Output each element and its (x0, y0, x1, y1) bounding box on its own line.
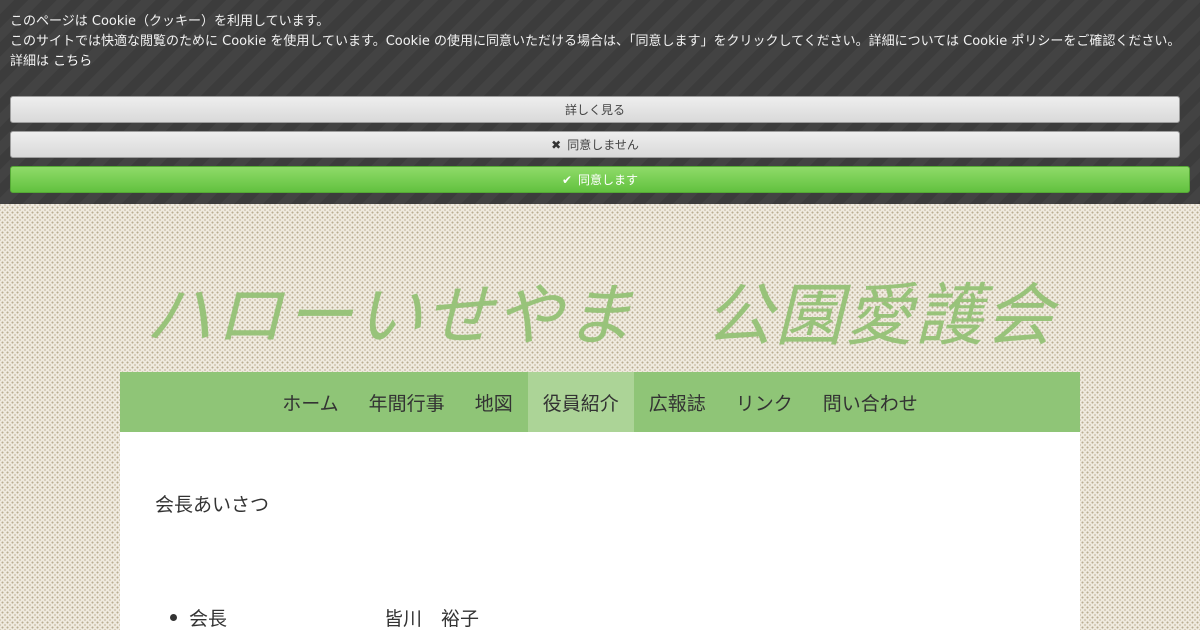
nav-item[interactable]: 問い合わせ (808, 372, 933, 432)
bullet-icon (170, 613, 177, 621)
officer-role: 会長 (189, 607, 228, 630)
nav-item[interactable]: 広報誌 (634, 372, 721, 432)
cookie-details-prefix: 詳細は (10, 54, 50, 69)
cookie-details-button-label: 詳しく見る (564, 103, 625, 117)
cookie-decline-button-label: 同意しません (567, 138, 639, 152)
officer-list: 会長 皆川 裕子 (170, 604, 479, 630)
nav-list: ホーム 年間行事 地図 役員紹介 広報誌 リンク 問い合わせ (120, 372, 1080, 432)
close-icon: ✖ (551, 137, 562, 152)
cookie-details-link[interactable]: こちら (53, 54, 92, 69)
nav-item[interactable]: 年間行事 (354, 372, 460, 432)
officer-name: 皆川 裕子 (384, 607, 480, 630)
cookie-accept-button-label: 同意します (578, 173, 639, 187)
cookie-details-button[interactable]: 詳しく見る (10, 96, 1180, 123)
cookie-accept-button[interactable]: ✔ 同意します (10, 166, 1190, 193)
section-heading: 会長あいさつ (155, 494, 270, 516)
nav-item[interactable]: リンク (721, 372, 808, 432)
cookie-banner: このページは Cookie（クッキー）を利用しています。 このサイトでは快適な閲… (0, 0, 1200, 204)
cookie-title: このページは Cookie（クッキー）を利用しています。 (10, 14, 330, 29)
check-icon: ✔ (561, 172, 573, 187)
cookie-text: このページは Cookie（クッキー）を利用しています。 このサイトでは快適な閲… (10, 12, 1180, 72)
content-area: 会長あいさつ 会長 皆川 裕子 (120, 432, 1080, 630)
officer-row: 会長 皆川 裕子 (170, 604, 479, 630)
cookie-message: このサイトでは快適な閲覧のために Cookie を使用しています。Cookie … (10, 34, 1181, 49)
nav-item[interactable]: 役員紹介 (527, 372, 634, 432)
cookie-details-line: 詳細は こちら (10, 52, 1180, 72)
cookie-decline-button[interactable]: ✖ 同意しません (10, 131, 1180, 158)
nav-item[interactable]: 地図 (460, 372, 528, 432)
main-nav: ホーム 年間行事 地図 役員紹介 広報誌 リンク 問い合わせ (120, 372, 1080, 432)
nav-item[interactable]: ホーム (267, 372, 353, 432)
site-title[interactable]: ハローいせやま 公園愛護会 (0, 272, 1200, 362)
